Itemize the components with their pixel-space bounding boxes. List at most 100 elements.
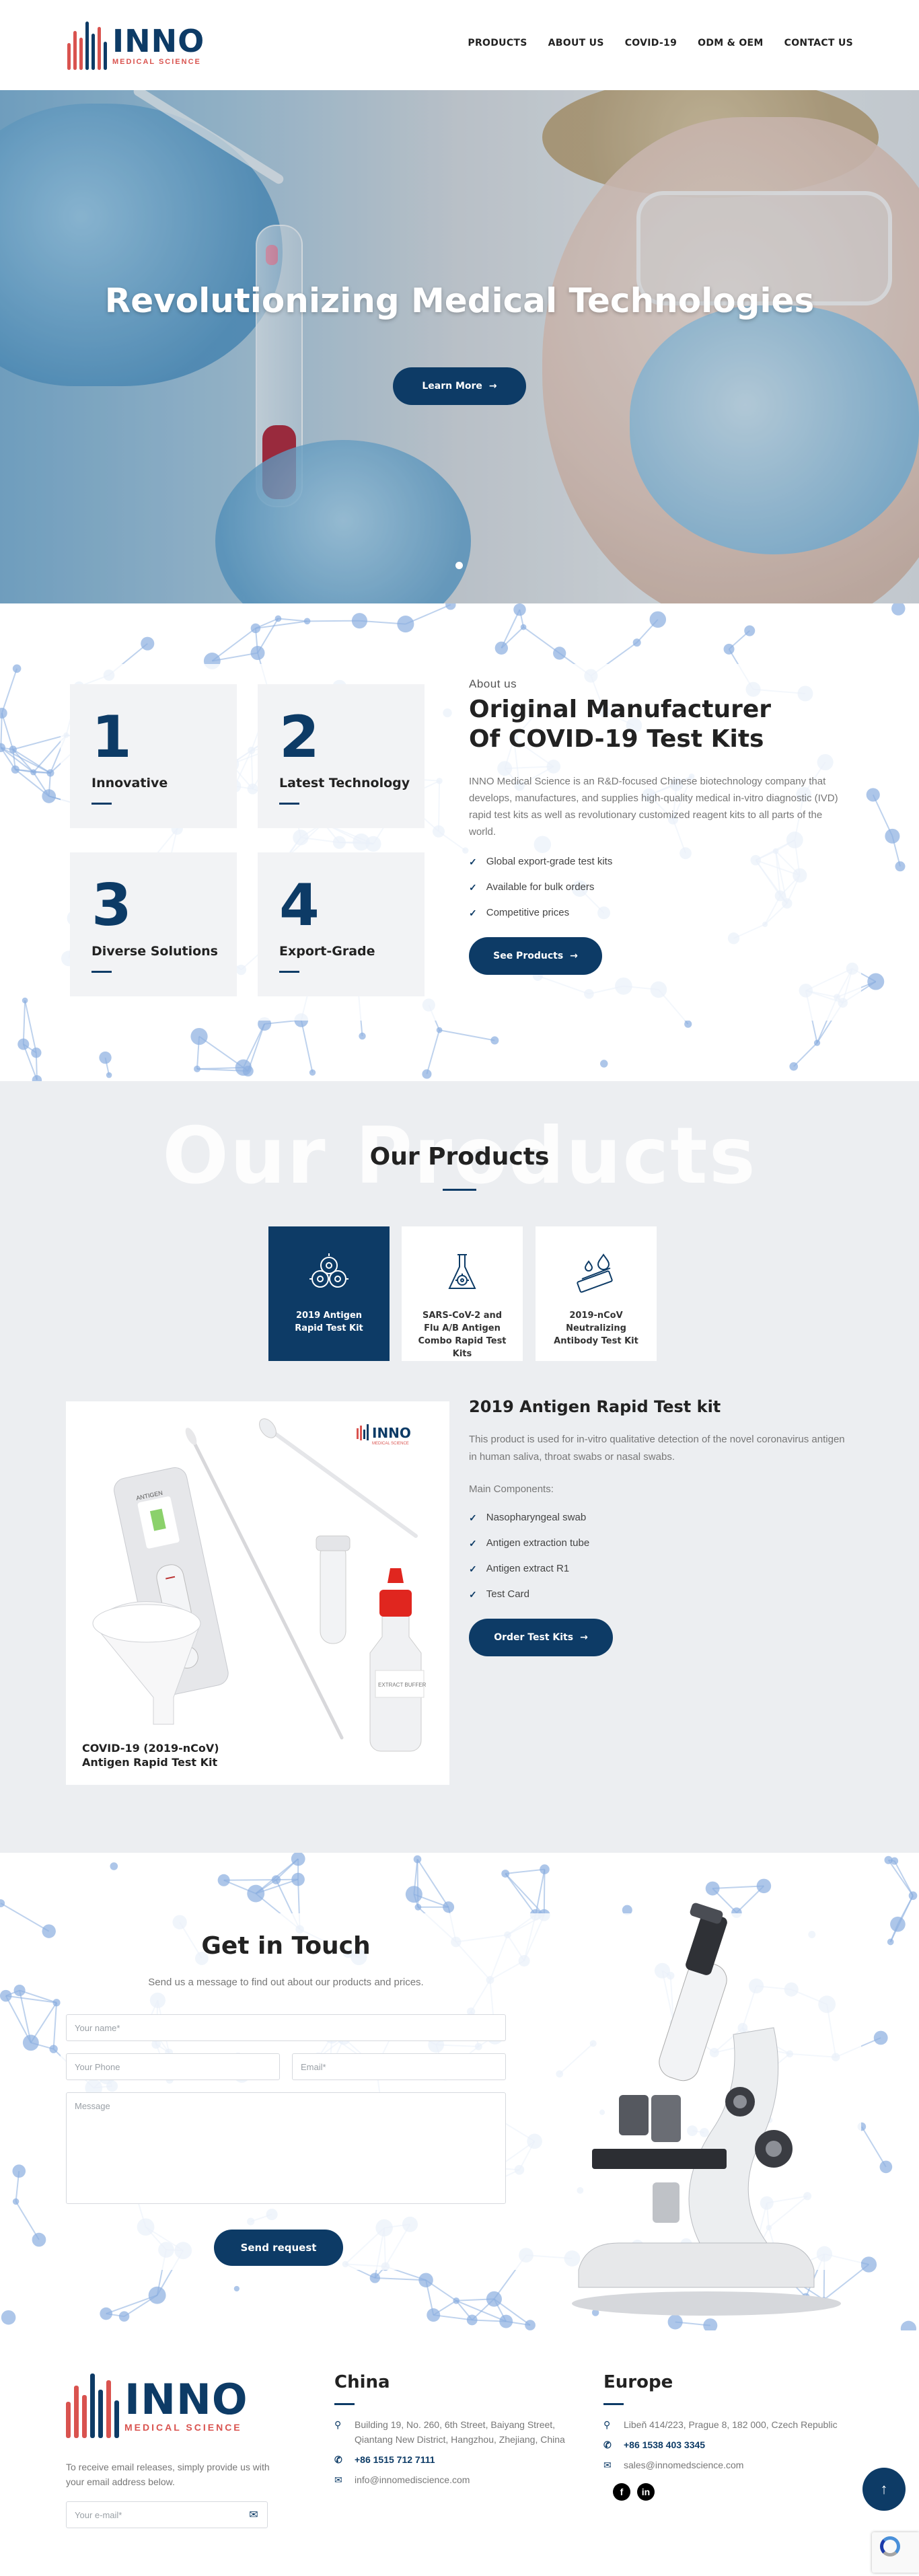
- europe-email[interactable]: ✉ sales@innomedscience.com: [603, 2458, 846, 2472]
- phone-field[interactable]: [66, 2053, 280, 2080]
- arrow-right-icon: →: [570, 951, 578, 961]
- nav-odm-oem[interactable]: ODM & OEM: [698, 38, 764, 48]
- about-heading-line1: Original Manufacturer: [469, 696, 772, 723]
- tab-antigen-rapid-test[interactable]: 2019 Antigen Rapid Test Kit: [268, 1226, 390, 1361]
- stat-underline: [279, 803, 299, 805]
- tab-neutralizing-antibody[interactable]: 2019-nCoV Neutralizing Antibody Test Kit: [536, 1226, 657, 1361]
- stat-underline: [91, 803, 112, 805]
- phone-icon: ✆: [603, 2439, 612, 2450]
- bottle-label: EXTRACT BUFFER: [378, 1682, 427, 1688]
- tab-label: 2019-nCoV Neutralizing Antibody Test Kit: [554, 1311, 638, 1346]
- logo-text: INNO: [112, 23, 205, 59]
- products-title: Our Products: [369, 1143, 550, 1171]
- stat-number: 2: [279, 704, 320, 771]
- china-email-text: info@innomediscience.com: [355, 2474, 470, 2485]
- logo-bars-icon: [67, 22, 107, 70]
- components-label: Main Components:: [469, 1483, 554, 1495]
- china-phone[interactable]: ✆ +86 1515 712 7111: [334, 2452, 577, 2467]
- product-logo: INNO MEDICAL SCIENCE: [357, 1424, 411, 1446]
- nav-products[interactable]: PRODUCTS: [468, 38, 527, 48]
- stat-label: Latest Technology: [279, 776, 410, 790]
- arrow-right-icon: →: [488, 381, 497, 392]
- mail-icon: ✉: [603, 2460, 612, 2470]
- send-request-button[interactable]: Send request: [214, 2230, 343, 2266]
- email-field[interactable]: [292, 2053, 506, 2080]
- product-image-caption: COVID-19 (2019-nCoV) Antigen Rapid Test …: [82, 1741, 219, 1769]
- logo-subtitle: MEDICAL SCIENCE: [112, 58, 201, 66]
- stat-card: 3 Diverse Solutions: [70, 852, 237, 996]
- about-heading: Original Manufacturer Of COVID-19 Test K…: [469, 695, 846, 754]
- stat-label: Innovative: [91, 776, 168, 790]
- see-products-label: See Products: [493, 951, 564, 961]
- stat-label: Export-Grade: [279, 944, 375, 959]
- learn-more-label: Learn More: [422, 381, 482, 392]
- slider-dot[interactable]: [455, 562, 463, 569]
- hero-overlay: [0, 90, 919, 603]
- tab-combo-rapid-test[interactable]: SARS-CoV-2 and Flu A/B Antigen Combo Rap…: [402, 1226, 523, 1361]
- stat-number: 3: [91, 872, 132, 939]
- product-title: 2019 Antigen Rapid Test kit: [469, 1397, 721, 1416]
- about-bullets: ✓ Global export-grade test kits ✓ Availabl…: [469, 855, 846, 920]
- stat-underline: [279, 971, 299, 973]
- stat-card: 2 Latest Technology: [258, 684, 425, 828]
- list-item: ✓ Test Card: [469, 1588, 846, 1601]
- china-address-text: Building 19, No. 260, 6th Street, Baiyan…: [355, 2419, 565, 2445]
- europe-address: ⚲ Libeň 414/223, Prague 8, 182 000, Czech…: [603, 2417, 846, 2432]
- order-test-kits-button[interactable]: Order Test Kits →: [469, 1619, 613, 1656]
- virus-icon: [309, 1253, 348, 1288]
- learn-more-button[interactable]: Learn More →: [393, 367, 526, 405]
- stat-number: 4: [279, 872, 320, 939]
- component-text: Nasopharyngeal swab: [486, 1512, 587, 1523]
- footer-logo[interactable]: INNO MEDICAL SCIENCE: [66, 2373, 248, 2438]
- newsletter-email-input[interactable]: [67, 2509, 240, 2520]
- caption-line1: COVID-19 (2019-nCoV): [82, 1742, 219, 1755]
- product-description: This product is used for in-vitro qualit…: [469, 1434, 845, 1463]
- list-item: ✓ Global export-grade test kits: [469, 855, 846, 869]
- product-logo-text: INNO: [372, 1425, 411, 1441]
- nav-about-us[interactable]: ABOUT US: [548, 38, 604, 48]
- footer-logo-text: INNO: [124, 2375, 248, 2424]
- nav-covid-19[interactable]: COVID-19: [625, 38, 677, 48]
- bullet-text: Global export-grade test kits: [486, 856, 613, 867]
- products-underline: [443, 1189, 476, 1191]
- phone-icon: ✆: [334, 2454, 342, 2465]
- mail-icon: ✉: [334, 2474, 342, 2485]
- see-products-button[interactable]: See Products →: [469, 937, 602, 975]
- logo[interactable]: INNO MEDICAL SCIENCE: [67, 22, 205, 70]
- about-kicker: About us: [469, 677, 517, 690]
- location-icon: ⚲: [334, 2419, 342, 2430]
- location-icon: ⚲: [603, 2419, 611, 2430]
- bullet-text: Competitive prices: [486, 907, 570, 918]
- china-title: China: [334, 2372, 390, 2392]
- main-nav: PRODUCTS ABOUT US COVID-19 ODM & OEM CON…: [468, 38, 853, 48]
- arrow-right-icon: →: [580, 1632, 588, 1643]
- china-underline: [334, 2403, 355, 2405]
- check-icon: ✓: [469, 856, 477, 867]
- nav-contact-us[interactable]: CONTACT US: [784, 38, 853, 48]
- linkedin-icon[interactable]: in: [637, 2483, 655, 2501]
- footer-europe: Europe ⚲ Libeň 414/223, Prague 8, 182 000…: [603, 2372, 846, 2501]
- tab-label: 2019 Antigen Rapid Test Kit: [295, 1311, 363, 1333]
- caption-line2: Antigen Rapid Test Kit: [82, 1756, 218, 1769]
- about-section: 1 Innovative 2 Latest Technology 3 Diver…: [0, 603, 919, 1081]
- tab-label: SARS-CoV-2 and Flu A/B Antigen Combo Rap…: [418, 1311, 507, 1359]
- recaptcha-badge[interactable]: [872, 2532, 919, 2573]
- name-field[interactable]: [66, 2014, 506, 2041]
- flask-icon: [448, 1254, 476, 1289]
- recaptcha-icon: [880, 2536, 900, 2556]
- footer-logo-subtitle: MEDICAL SCIENCE: [124, 2422, 242, 2433]
- china-email[interactable]: ✉ info@innomediscience.com: [334, 2472, 577, 2487]
- europe-phone[interactable]: ✆ +86 1538 403 3345: [603, 2437, 846, 2452]
- newsletter-form: ✉: [66, 2501, 268, 2528]
- send-icon[interactable]: ✉: [240, 2508, 267, 2522]
- stat-number: 1: [91, 704, 132, 771]
- component-text: Antigen extract R1: [486, 1563, 570, 1574]
- scroll-to-top-button[interactable]: ↑: [862, 2468, 906, 2511]
- facebook-icon[interactable]: f: [613, 2483, 630, 2501]
- message-field[interactable]: [66, 2092, 506, 2204]
- site-header: INNO MEDICAL SCIENCE PRODUCTS ABOUT US C…: [0, 0, 919, 90]
- hero-slider: Revolutionizing Medical Technologies Lea…: [0, 90, 919, 603]
- check-icon: ✓: [469, 1538, 477, 1549]
- europe-title: Europe: [603, 2372, 673, 2392]
- stat-card: 4 Export-Grade: [258, 852, 425, 996]
